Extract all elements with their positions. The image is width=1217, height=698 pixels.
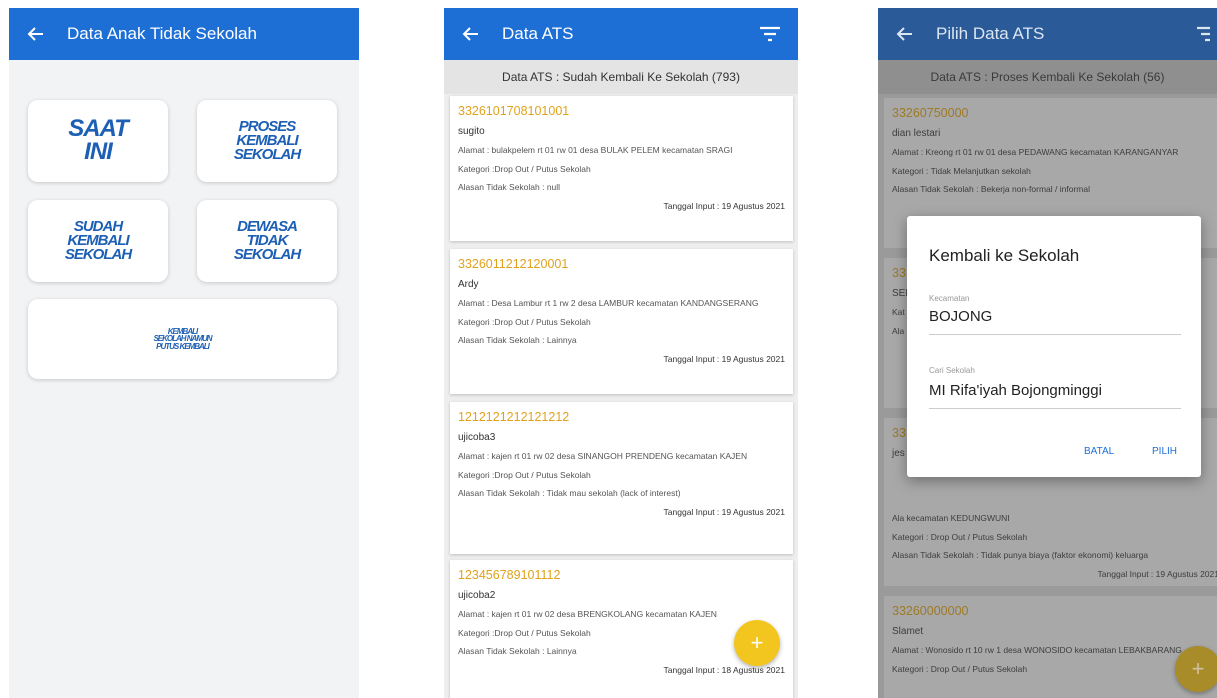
record-alamat: Alamat : kajen rt 01 rw 02 desa SINANGOH… [458,451,748,461]
record-kategori: Kategori :Drop Out / Putus Sekolah [458,163,591,174]
page-title: Data Anak Tidak Sekolah [67,24,257,43]
record-id: 3326011212120001 [458,257,569,271]
record-kategori: Kategori : Drop Out / Putus Sekolah [892,531,1028,542]
record-alamat: Ala kecamatan KEDUNGWUNI [892,513,1010,523]
add-fab-button[interactable]: + [1175,646,1217,692]
kecamatan-underline [929,334,1181,335]
plus-icon: + [1191,656,1205,681]
record-id: 1212121212121212 [458,410,570,424]
page-title: Pilih Data ATS [936,24,1045,43]
record-alamat: Alamat : bulakpelem rt 01 rw 01 desa BUL… [458,145,733,155]
sekolah-field[interactable]: MI Rifa'iyah Bojongminggi [929,382,1102,399]
record-alasan: Alasan Tidak Sekolah : null [458,182,561,193]
sekolah-label: Cari Sekolah [929,366,975,375]
record-tanggal: Tanggal Input : 19 Agustus 2021 [663,506,785,517]
record-name: dian lestari [892,128,941,139]
menu-label: SUDAH KEMBALI SEKOLAH [64,217,132,264]
record-name: Slamet [892,626,924,637]
back-arrow-icon[interactable] [27,23,49,45]
record-alasan: Alasan Tidak Sekolah : Tidak punya biaya… [892,550,1149,561]
menu-label: PROSES KEMBALI SEKOLAH [233,117,301,164]
record-kategori: Kategori : Drop Out / Putus Sekolah [892,663,1028,674]
record-alasan: Alasan Tidak Sekolah : Bekerja non-forma… [892,184,1090,195]
back-arrow-icon[interactable] [896,23,918,45]
filter-icon[interactable] [1189,23,1217,45]
record-id: 123456789101112 [458,568,561,582]
dialog-title: Kembali ke Sekolah [929,246,1080,265]
record-alamat: Alamat : Kreong rt 01 rw 01 desa PEDAWAN… [892,147,1179,157]
screen-pilih-data-ats: Pilih Data ATS Data ATS : Proses Kembali… [878,8,1217,698]
app-bar: Pilih Data ATS [878,8,1217,60]
pilih-button[interactable]: PILIH [1152,446,1177,457]
record-kategori: Kategori :Drop Out / Putus Sekolah [458,469,591,480]
list-subheader: Data ATS : Proses Kembali Ke Sekolah (56… [878,60,1217,94]
record-tanggal: Tanggal Input : 19 Agustus 2021 [663,353,785,364]
menu-label: KEMBALI SEKOLAH NAMUN PUTUS KEMBALI [153,326,212,351]
menu-saat-ini[interactable]: SAAT INI [28,100,168,182]
record-tanggal: Tanggal Input : 19 Agustus 2021 [663,200,785,211]
record-name: ujicoba2 [458,590,496,601]
menu-sudah-kembali-sekolah[interactable]: SUDAH KEMBALI SEKOLAH [28,200,168,282]
list-subheader: Data ATS : Sudah Kembali Ke Sekolah (793… [444,60,798,94]
record-id: 3326101708101001 [458,104,570,118]
record-alamat: Alamat : Wonosido rt 10 rw 1 desa WONOSI… [892,645,1182,655]
screen-data-ats: Data ATS Data ATS : Sudah Kembali Ke Sek… [444,8,798,698]
kecamatan-label: Kecamatan [929,294,970,303]
app-bar: Data ATS [444,8,798,60]
screen-data-anak-tidak-sekolah: Data Anak Tidak Sekolah SAAT INI PROSES … [9,8,359,698]
record-kategori: Kategori : Tidak Melanjutkan sekolah [892,165,1031,176]
add-fab-button[interactable]: + [734,620,780,666]
record-alasan: Alasan Tidak Sekolah : Lainnya [458,335,577,346]
list-item[interactable]: 1212121212121212 ujicoba3 Alamat : kajen… [450,402,793,554]
list-item[interactable]: 3326011212120001 Ardy Alamat : Desa Lamb… [450,249,793,394]
menu-kembali-sekolah-namun-putus[interactable]: KEMBALI SEKOLAH NAMUN PUTUS KEMBALI [28,299,337,379]
menu-dewasa-tidak-sekolah[interactable]: DEWASA TIDAK SEKOLAH [197,200,337,282]
record-alamat: Alamat : kajen rt 01 rw 02 desa BRENGKOL… [458,609,717,619]
back-arrow-icon[interactable] [462,23,484,45]
kecamatan-field[interactable]: BOJONG [929,308,992,325]
record-alasan: Alasan Tidak Sekolah : Tidak mau sekolah… [458,488,681,499]
record-alamat: Alamat : Desa Lambur rt 1 rw 2 desa LAMB… [458,298,759,308]
record-name: ujicoba3 [458,432,496,443]
list-item[interactable]: 3326101708101001 sugito Alamat : bulakpe… [450,96,793,241]
filter-icon[interactable] [756,23,784,45]
record-tanggal: Tanggal Input : 18 Agustus 2021 [663,664,785,675]
batal-button[interactable]: BATAL [1084,446,1114,457]
menu-proses-kembali-sekolah[interactable]: PROSES KEMBALI SEKOLAH [197,100,337,182]
menu-label: SAAT INI [68,115,129,165]
record-name: Ardy [458,279,479,290]
page-title: Data ATS [502,24,574,43]
list-item[interactable]: 33260000000 Slamet Alamat : Wonosido rt … [884,596,1217,698]
record-kategori: Kategori :Drop Out / Putus Sekolah [458,316,591,327]
kembali-ke-sekolah-dialog: Kembali ke Sekolah Kecamatan BOJONG Cari… [907,216,1201,477]
record-name: sugito [458,126,485,137]
plus-icon: + [750,630,764,655]
app-bar: Data Anak Tidak Sekolah [9,8,359,60]
record-id: 33260750000 [892,106,969,120]
sekolah-underline [929,408,1181,409]
record-id: 33260000000 [892,604,969,618]
menu-label: DEWASA TIDAK SEKOLAH [233,217,301,264]
record-tanggal: Tanggal Input : 19 Agustus 2021 [1097,568,1217,579]
